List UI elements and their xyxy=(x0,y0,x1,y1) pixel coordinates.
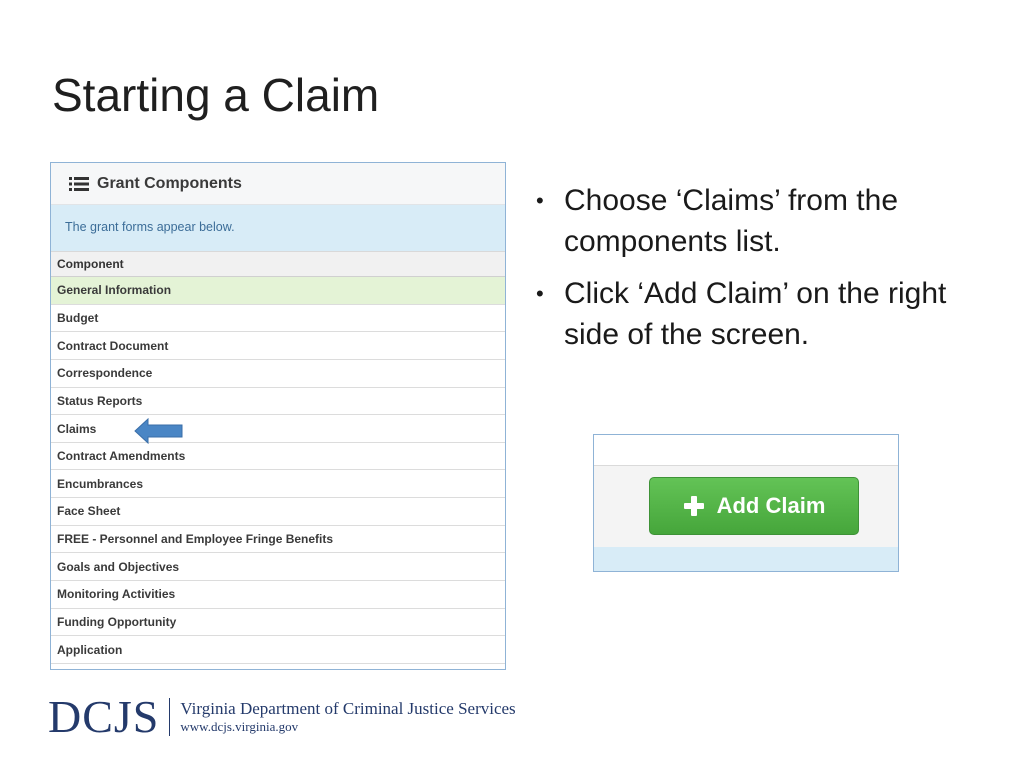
crop-toolbar xyxy=(594,435,898,466)
dcjs-logo: DCJS Virginia Department of Criminal Jus… xyxy=(48,694,516,740)
list-icon xyxy=(69,176,89,191)
panel-title: Grant Components xyxy=(97,174,242,192)
plus-icon xyxy=(683,496,704,516)
logo-org-name: Virginia Department of Criminal Justice … xyxy=(180,699,516,718)
component-row-contract-document[interactable]: Contract Document xyxy=(51,332,505,360)
component-label: Monitoring Activities xyxy=(57,587,176,602)
component-row-monitoring-activities[interactable]: Monitoring Activities xyxy=(51,581,505,609)
component-label: Funding Opportunity xyxy=(57,615,177,629)
info-text: The grant forms appear below. xyxy=(65,220,235,234)
component-label: Face Sheet xyxy=(57,504,121,519)
component-label: FREE - Personnel and Employee Fringe Ben… xyxy=(57,532,334,547)
bullet-item: • Choose ‘Claims’ from the components li… xyxy=(536,180,996,263)
component-label: Contract Document xyxy=(57,338,169,353)
component-row-face-sheet[interactable]: Face Sheet xyxy=(51,498,505,526)
slide-title: Starting a Claim xyxy=(52,69,380,121)
component-row-claims[interactable]: Claims xyxy=(51,415,505,443)
bullet-dot: • xyxy=(536,188,544,213)
component-list: General Information Budget Contract Docu… xyxy=(51,277,505,664)
table-header: Component xyxy=(51,251,505,277)
bullet-dot: • xyxy=(536,280,544,306)
bullet-item: • Click ‘Add Claim’ on the right side of… xyxy=(536,273,996,356)
component-label: Status Reports xyxy=(57,393,143,408)
component-row-general-information[interactable]: General Information xyxy=(51,277,505,305)
panel-header: Grant Components xyxy=(51,163,505,205)
crop-info-strip xyxy=(594,547,898,571)
component-row-correspondence[interactable]: Correspondence xyxy=(51,359,505,388)
logo-mark: DCJS xyxy=(48,691,160,742)
component-row-encumbrances[interactable]: Encumbrances xyxy=(51,470,505,499)
logo-text: Virginia Department of Criminal Justice … xyxy=(180,699,515,735)
component-row-funding-opportunity[interactable]: Funding Opportunity xyxy=(51,608,505,637)
component-label: Encumbrances xyxy=(57,476,144,491)
bullet-text: Choose ‘Claims’ from the components list… xyxy=(564,184,898,259)
instruction-bullets: • Choose ‘Claims’ from the components li… xyxy=(536,180,996,366)
component-label: Application xyxy=(57,642,123,657)
component-label: Correspondence xyxy=(57,366,153,381)
component-row-status-reports[interactable]: Status Reports xyxy=(51,387,505,416)
component-row-free-personnel[interactable]: FREE - Personnel and Employee Fringe Ben… xyxy=(51,525,505,554)
column-header-component: Component xyxy=(57,257,124,271)
component-row-application[interactable]: Application xyxy=(51,636,505,664)
component-row-budget[interactable]: Budget xyxy=(51,304,505,333)
component-row-goals-and-objectives[interactable]: Goals and Objectives xyxy=(51,553,505,582)
component-row-contract-amendments[interactable]: Contract Amendments xyxy=(51,442,505,471)
grant-components-panel: Grant Components The grant forms appear … xyxy=(50,162,506,670)
component-label: Contract Amendments xyxy=(57,449,186,464)
logo-url: www.dcjs.virginia.gov xyxy=(180,719,299,735)
component-label: Budget xyxy=(57,310,99,325)
info-bar: The grant forms appear below. xyxy=(51,205,505,251)
left-arrow-icon xyxy=(134,418,183,444)
add-claim-button[interactable]: Add Claim xyxy=(649,477,859,535)
component-label: Claims xyxy=(57,421,97,436)
logo-divider xyxy=(169,698,171,736)
add-claim-label: Add Claim xyxy=(716,493,826,518)
component-label: General Information xyxy=(57,283,172,298)
component-label: Goals and Objectives xyxy=(57,559,180,574)
bullet-text: Click ‘Add Claim’ on the right side of t… xyxy=(564,276,947,352)
add-claim-screenshot: Add Claim xyxy=(593,434,899,572)
